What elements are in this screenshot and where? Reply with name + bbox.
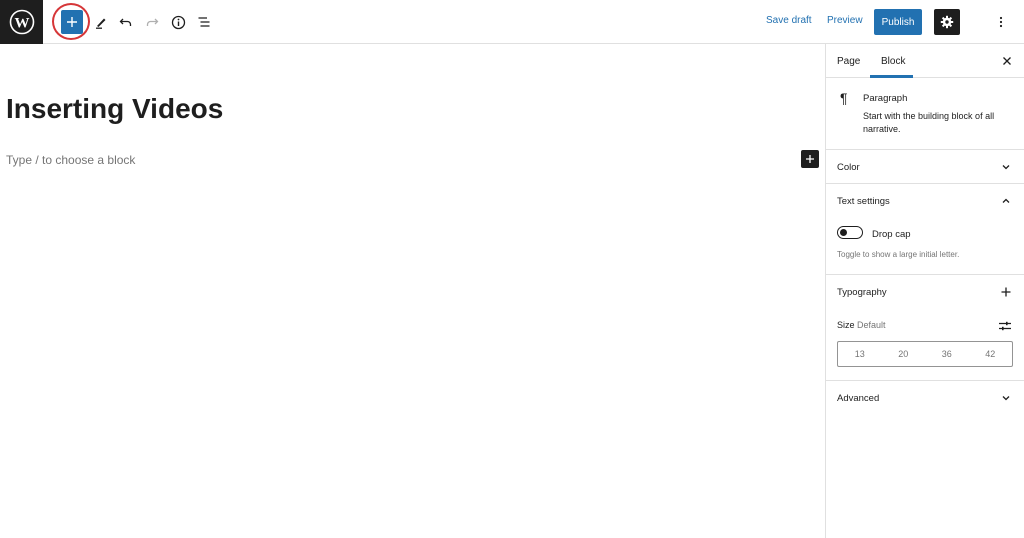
panel-title: Text settings — [837, 196, 890, 207]
undo-icon — [119, 18, 132, 26]
block-description: Start with the building block of all nar… — [863, 111, 995, 134]
plus-icon — [67, 17, 77, 27]
save-draft-button[interactable]: Save draft — [766, 15, 812, 26]
redo-icon — [146, 18, 159, 26]
pilcrow-icon: ¶ — [840, 90, 848, 106]
typography-panel: Typography Size Default 13 20 36 42 — [826, 275, 1024, 381]
sidebar-tabs: Page Block — [826, 44, 1024, 78]
font-size-option[interactable]: 20 — [882, 342, 926, 366]
typography-panel-toggle[interactable]: Typography — [826, 275, 1024, 308]
toggle-knob — [840, 228, 847, 236]
font-size-option[interactable]: 13 — [838, 342, 882, 366]
add-block-button[interactable] — [801, 150, 819, 168]
editor-top-toolbar: W Save draft Preview Publish — [0, 0, 1024, 44]
tools-button[interactable] — [89, 10, 113, 34]
block-name: Paragraph — [863, 93, 908, 104]
options-menu-button[interactable] — [989, 10, 1013, 34]
drop-cap-label: Drop cap — [872, 229, 911, 240]
block-card: ¶ Paragraph Start with the building bloc… — [826, 78, 1024, 150]
advanced-panel-toggle[interactable]: Advanced — [826, 381, 1024, 414]
text-settings-panel: Text settings Drop cap Toggle to show a … — [826, 184, 1024, 275]
panel-title: Color — [837, 162, 860, 173]
svg-text:W: W — [14, 16, 29, 32]
panel-title: Typography — [837, 287, 887, 298]
settings-sidebar: Page Block ¶ Paragraph Start with the bu… — [825, 44, 1024, 538]
pencil-icon — [96, 18, 106, 29]
list-view-button[interactable] — [192, 10, 216, 34]
plus-icon[interactable] — [1000, 286, 1012, 298]
drop-cap-help-text: Toggle to show a large initial letter. — [837, 250, 960, 259]
chevron-up-icon — [1002, 198, 1010, 203]
tab-page[interactable]: Page — [837, 56, 860, 67]
size-current-value: Default — [857, 320, 886, 330]
info-icon — [171, 15, 185, 29]
color-panel: Color — [826, 150, 1024, 184]
details-button[interactable] — [166, 10, 190, 34]
sliders-icon — [999, 321, 1011, 331]
font-size-option[interactable]: 42 — [969, 342, 1013, 366]
publish-button[interactable]: Publish — [874, 9, 922, 35]
close-sidebar-button[interactable] — [1000, 54, 1014, 68]
list-view-icon — [198, 17, 210, 27]
font-size-picker: 13 20 36 42 — [837, 341, 1013, 367]
font-size-option[interactable]: 36 — [925, 342, 969, 366]
tab-block[interactable]: Block — [881, 56, 905, 67]
close-icon — [1003, 57, 1011, 65]
more-vertical-icon — [999, 16, 1003, 28]
plus-icon — [806, 155, 814, 163]
chevron-down-icon — [1002, 165, 1010, 170]
gear-icon — [940, 15, 954, 29]
panel-title: Advanced — [837, 393, 880, 404]
preview-button[interactable]: Preview — [827, 15, 863, 26]
wordpress-logo-icon[interactable]: W — [0, 0, 43, 44]
chevron-down-icon — [1002, 396, 1010, 401]
redo-button[interactable] — [140, 10, 164, 34]
drop-cap-toggle[interactable] — [837, 226, 863, 239]
undo-button[interactable] — [114, 10, 138, 34]
block-inserter-button[interactable] — [61, 10, 83, 34]
custom-size-button[interactable] — [998, 319, 1012, 333]
post-title[interactable]: Inserting Videos — [6, 93, 223, 125]
advanced-panel: Advanced — [826, 381, 1024, 415]
settings-button[interactable] — [934, 9, 960, 35]
empty-block-placeholder[interactable]: Type / to choose a block — [6, 153, 135, 167]
text-settings-panel-toggle[interactable]: Text settings — [826, 184, 1024, 217]
size-label-text: Size — [837, 320, 855, 330]
color-panel-toggle[interactable]: Color — [826, 150, 1024, 183]
font-size-label: Size Default — [837, 320, 886, 330]
